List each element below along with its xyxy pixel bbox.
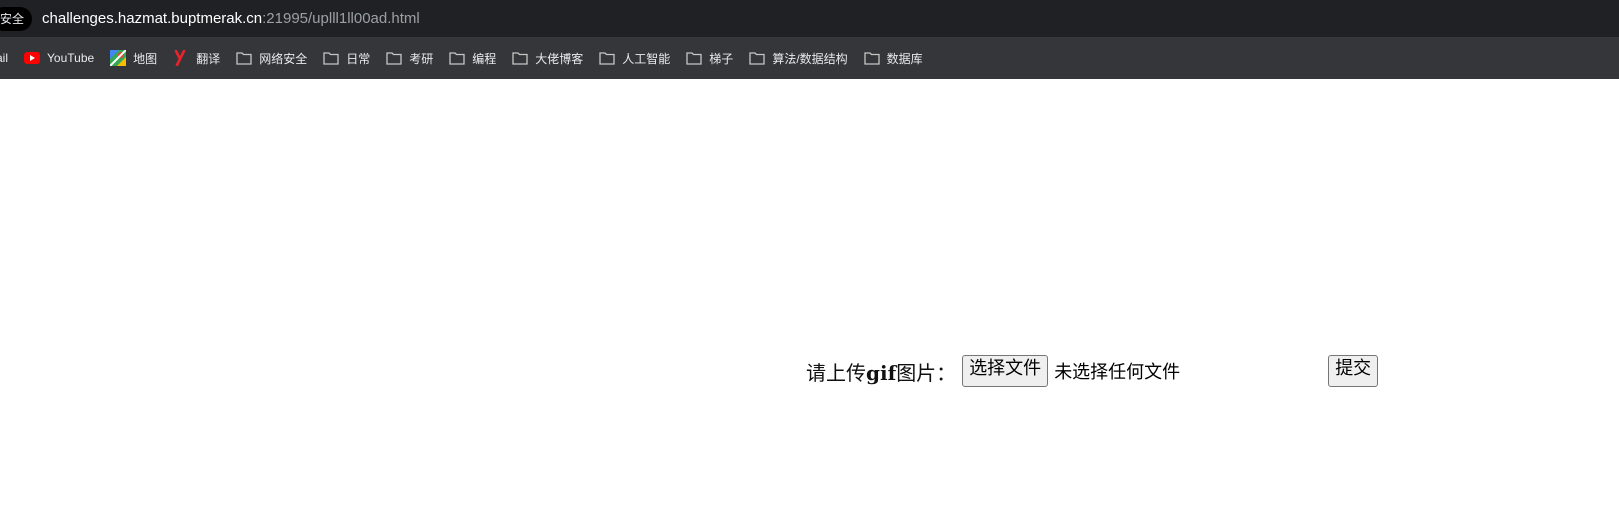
upload-label-format: gif — [866, 360, 897, 385]
bookmark-folder-database[interactable]: 数据库 — [856, 44, 931, 72]
url-host: challenges.hazmat.buptmerak.cn — [42, 10, 263, 27]
bookmark-label: YouTube — [47, 51, 95, 65]
maps-icon — [110, 50, 127, 66]
folder-icon — [323, 50, 339, 66]
bookmark-folder-programming[interactable]: 编程 — [441, 44, 504, 72]
bookmark-maps[interactable]: 地图 — [102, 44, 165, 72]
bookmark-gmail[interactable]: ail — [0, 44, 16, 72]
bookmark-folder-algorithms[interactable]: 算法/数据结构 — [741, 44, 855, 72]
bookmark-label: ail — [0, 51, 9, 65]
upload-label-suffix: 图片： — [896, 360, 957, 385]
bookmark-label: 编程 — [472, 51, 497, 66]
translate-icon — [173, 50, 189, 66]
choose-file-button[interactable]: 选择文件 — [962, 355, 1049, 387]
upload-form: 请上传gif图片： 选择文件 未选择任何文件 提交 — [806, 355, 1379, 387]
bookmark-folder-exam[interactable]: 考研 — [378, 44, 441, 72]
upload-label-prefix: 请上传 — [806, 360, 866, 385]
bookmark-label: 算法/数据结构 — [772, 51, 848, 66]
file-input[interactable]: 选择文件 未选择任何文件 — [962, 355, 1328, 387]
bookmark-translate[interactable]: 翻译 — [165, 44, 228, 72]
folder-icon — [686, 50, 702, 66]
file-status-text: 未选择任何文件 — [1054, 362, 1181, 383]
folder-icon — [512, 50, 528, 66]
folder-icon — [599, 50, 615, 66]
bookmark-folder-blogs[interactable]: 大佬博客 — [504, 44, 591, 72]
address-bar[interactable]: 安全 challenges.hazmat.buptmerak.cn:21995/… — [0, 0, 1619, 37]
folder-icon — [749, 50, 765, 66]
bookmark-label: 人工智能 — [622, 51, 671, 66]
url-path: :21995/uplll1ll00ad.html — [262, 10, 420, 27]
folder-icon — [864, 50, 880, 66]
bookmark-youtube[interactable]: YouTube — [16, 44, 102, 72]
url-text[interactable]: challenges.hazmat.buptmerak.cn:21995/upl… — [42, 10, 420, 27]
bookmark-label: 日常 — [346, 51, 371, 66]
folder-icon — [449, 50, 465, 66]
youtube-icon — [24, 50, 41, 66]
bookmark-label: 地图 — [133, 51, 158, 66]
security-indicator[interactable]: 安全 — [0, 6, 33, 31]
bookmark-folder-proxy[interactable]: 梯子 — [678, 44, 741, 72]
bookmark-folder-security[interactable]: 网络安全 — [228, 44, 315, 72]
upload-label: 请上传gif图片： — [806, 357, 956, 386]
bookmark-label: 大佬博客 — [535, 51, 584, 66]
bookmark-label: 考研 — [409, 51, 434, 66]
bookmark-folder-ai[interactable]: 人工智能 — [591, 44, 678, 72]
page-content: 请上传gif图片： 选择文件 未选择任何文件 提交 — [0, 79, 1619, 529]
bookmark-label: 梯子 — [709, 51, 734, 66]
bookmark-label: 网络安全 — [259, 51, 308, 66]
bookmark-label: 数据库 — [886, 51, 923, 66]
submit-button[interactable]: 提交 — [1328, 355, 1379, 387]
bookmark-folder-daily[interactable]: 日常 — [315, 44, 378, 72]
folder-icon — [236, 50, 252, 66]
bookmark-label: 翻译 — [196, 51, 221, 66]
browser-chrome: 安全 challenges.hazmat.buptmerak.cn:21995/… — [0, 0, 1619, 79]
bookmarks-bar: ail YouTube 地图 翻译 网络安全 日常 — [0, 37, 1619, 79]
folder-icon — [386, 50, 402, 66]
